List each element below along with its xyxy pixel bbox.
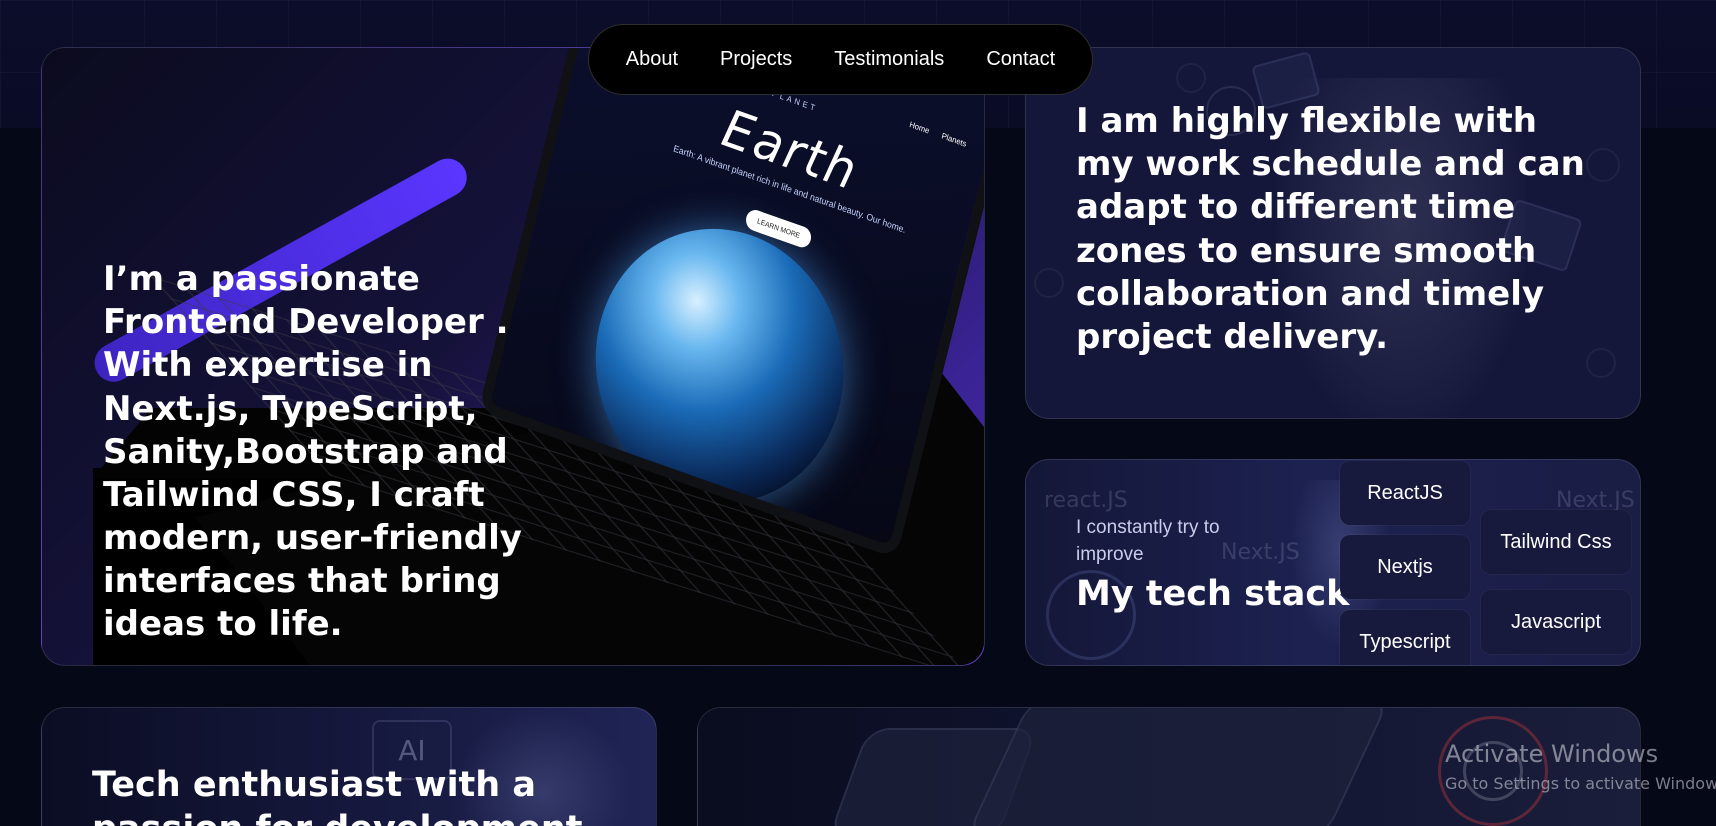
- spiral-decoration: [1176, 63, 1206, 93]
- background-word: react.JS: [1044, 488, 1128, 513]
- flexibility-card: I am highly flexible with my work schedu…: [1025, 47, 1641, 419]
- spiral-decoration: [1034, 268, 1064, 298]
- nav-link-testimonials[interactable]: Testimonials: [813, 48, 965, 71]
- flexibility-heading: I am highly flexible with my work schedu…: [1076, 101, 1585, 357]
- tech-stack-subtitle: I constantly try to improve: [1076, 517, 1220, 565]
- floating-nav: About Projects Testimonials Contact: [588, 24, 1093, 95]
- tech-stack-title: My tech stack: [1076, 574, 1350, 614]
- tech-chip-nextjs: Nextjs: [1340, 535, 1470, 599]
- screen-nav-planets: Planets: [940, 131, 968, 149]
- device-illustration: [965, 708, 1391, 826]
- enthusiast-heading: Tech enthusiast with a passion for devel…: [92, 765, 583, 826]
- nav-link-projects[interactable]: Projects: [699, 48, 813, 71]
- screen-nav-home: Home: [908, 119, 931, 136]
- intro-heading: I’m a passionate Frontend Developer . Wi…: [103, 259, 522, 645]
- windows-activation-title: Activate Windows: [1445, 740, 1659, 768]
- windows-activation-subtitle: Go to Settings to activate Windows.: [1445, 774, 1716, 793]
- tech-chip-javascript: Javascript: [1481, 590, 1631, 654]
- tech-chip-typescript: Typescript: [1340, 610, 1470, 665]
- nav-link-about[interactable]: About: [605, 48, 699, 71]
- tech-stack-card: react.JS Next.JS Next.JS I constantly tr…: [1025, 459, 1641, 666]
- enthusiast-card: AI Tech enthusiast with a passion for de…: [41, 707, 657, 826]
- nav-link-contact[interactable]: Contact: [965, 48, 1076, 71]
- tech-chip-tailwind-css: Tailwind Css: [1481, 510, 1631, 574]
- tech-chip-reactjs: ReactJS: [1340, 461, 1470, 525]
- intro-card: PLANET Earth Earth: A vibrant planet ric…: [41, 47, 985, 666]
